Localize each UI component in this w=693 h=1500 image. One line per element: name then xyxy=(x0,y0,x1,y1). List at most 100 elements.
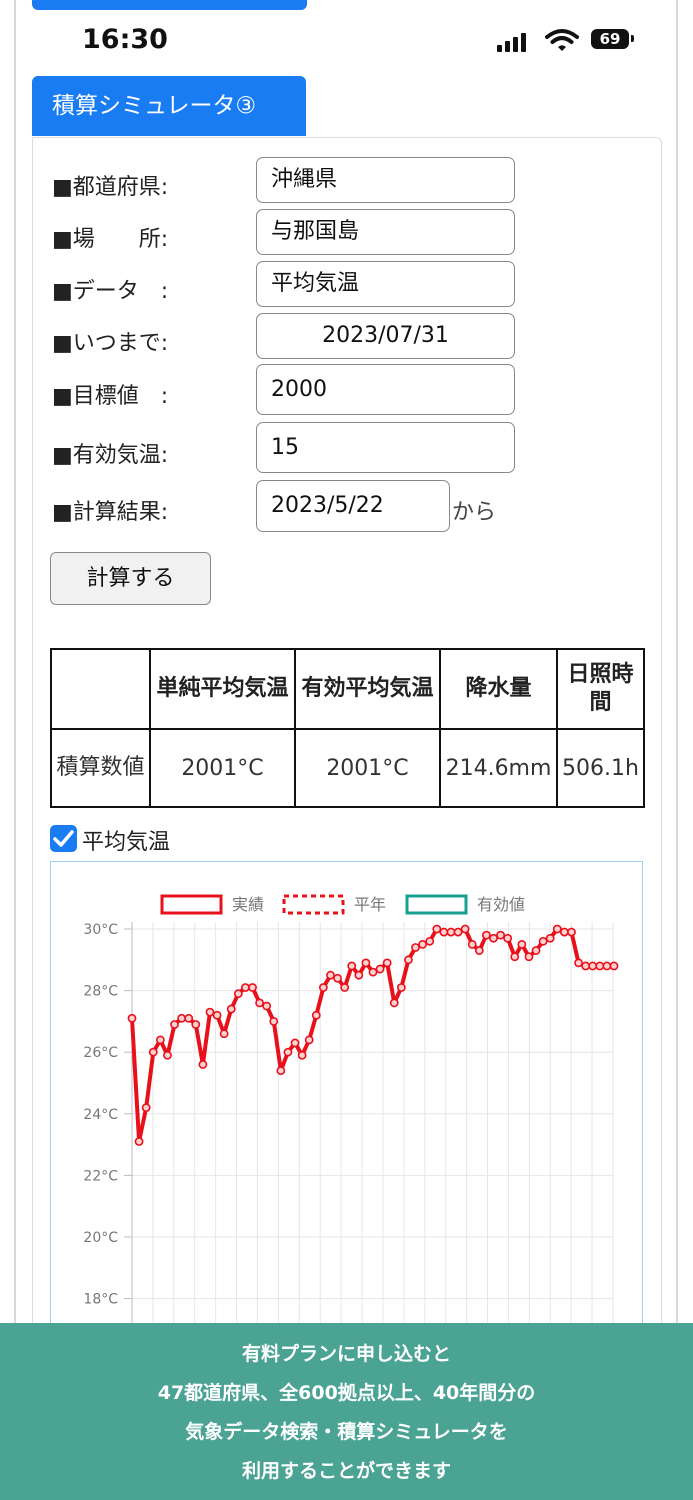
data-point xyxy=(389,998,399,1008)
data-point xyxy=(212,1010,222,1020)
prefecture-select[interactable]: 沖縄県 xyxy=(256,157,515,203)
data-point xyxy=(588,961,598,971)
y-tick-label: 26°C xyxy=(83,1045,118,1061)
data-point xyxy=(276,1066,286,1076)
until-date-label: ■いつまで: xyxy=(52,331,169,356)
data-point xyxy=(198,1060,208,1069)
data-point xyxy=(368,967,378,977)
data-point xyxy=(219,1029,229,1039)
data-point xyxy=(184,1013,194,1023)
data-point xyxy=(496,930,505,940)
data-point xyxy=(460,924,470,934)
checkmark-icon xyxy=(53,830,74,847)
location-select[interactable]: 与那国島 xyxy=(256,209,515,255)
data-point xyxy=(404,955,413,965)
table-cell-simple-avg: 2001°C xyxy=(149,728,296,808)
data-point xyxy=(574,958,583,968)
battery-tip xyxy=(631,35,634,42)
data-point xyxy=(233,989,243,999)
data-point xyxy=(489,933,498,943)
data-point xyxy=(326,970,335,980)
series-line-actual xyxy=(130,927,614,1144)
table-cell-precipitation: 214.6mm xyxy=(439,728,558,808)
table-header-simple-avg: 単純平均気温 xyxy=(149,648,296,730)
data-point xyxy=(567,927,576,937)
data-point xyxy=(361,958,371,968)
location-label: ■場 所: xyxy=(52,227,169,252)
effective-temp-input[interactable]: 15 xyxy=(256,422,515,473)
result-output: 2023/5/22 xyxy=(256,480,450,532)
data-type-select[interactable]: 平均気温 xyxy=(256,261,515,307)
data-point xyxy=(411,943,420,952)
table-cell-effective-avg: 2001°C xyxy=(294,728,441,808)
table-header-empty xyxy=(50,648,151,730)
data-point xyxy=(290,1038,300,1048)
data-point xyxy=(425,936,435,946)
data-point xyxy=(248,983,257,992)
banner-line: 利用することができます xyxy=(241,1460,451,1482)
table-header-sunshine: 日照時間 xyxy=(556,648,645,730)
data-point xyxy=(446,927,456,937)
table-header-row: 単純平均気温 有効平均気温 降水量 日照時間 xyxy=(50,648,645,730)
status-time: 16:30 xyxy=(82,24,168,55)
banner-line: 47都道府県、全600拠点以上、40年間分の xyxy=(157,1382,536,1404)
data-point xyxy=(170,1020,179,1029)
data-point xyxy=(375,964,385,974)
data-point xyxy=(474,946,484,955)
data-point xyxy=(191,1020,201,1029)
y-tick-label: 22°C xyxy=(83,1168,118,1184)
data-point xyxy=(134,1137,144,1146)
data-point xyxy=(503,933,513,943)
data-point xyxy=(127,1013,137,1023)
data-point xyxy=(255,998,264,1008)
prefecture-label: ■都道府県: xyxy=(52,175,169,200)
tab-simulator[interactable]: 積算シミュレータ③ xyxy=(32,76,306,136)
legend-label-actual: 実績 xyxy=(232,895,264,914)
banner-line: 有料プランに申し込むと xyxy=(241,1343,451,1365)
data-point xyxy=(340,983,350,992)
average-temp-checkbox-label[interactable]: 平均気温 xyxy=(82,824,170,856)
data-point xyxy=(453,927,463,937)
legend-label-effective: 有効値 xyxy=(477,895,525,914)
data-point xyxy=(354,970,364,980)
data-point xyxy=(581,961,591,971)
paid-plan-banner[interactable]: 有料プランに申し込むと 47都道府県、全600拠点以上、40年間分の 気象データ… xyxy=(0,1323,693,1500)
calculate-button[interactable]: 計算する xyxy=(50,552,211,605)
data-point xyxy=(262,1001,272,1011)
y-tick-label: 28°C xyxy=(83,984,118,1000)
data-point xyxy=(148,1047,158,1057)
table-header-effective-avg: 有効平均気温 xyxy=(294,648,441,730)
data-point xyxy=(333,973,342,983)
data-point xyxy=(439,927,449,937)
data-point xyxy=(545,933,555,943)
banner-line: 気象データ検索・積算シミュレータを xyxy=(185,1421,508,1443)
device-edge-left xyxy=(14,0,16,1500)
legend-swatch-actual xyxy=(160,894,223,915)
data-point xyxy=(241,983,250,992)
data-point xyxy=(510,952,520,962)
result-label: ■計算結果: xyxy=(52,500,169,525)
legend-swatch-normal xyxy=(282,894,345,915)
legend-swatch-effective xyxy=(405,894,468,915)
data-point xyxy=(163,1050,172,1060)
data-point xyxy=(531,946,541,955)
y-tick-label: 30°C xyxy=(83,922,118,938)
table-row: 積算数値 2001°C 2001°C 214.6mm 506.1h xyxy=(50,728,645,808)
battery-icon: 69 xyxy=(591,29,629,49)
y-tick-label: 20°C xyxy=(83,1230,118,1246)
average-temp-checkbox[interactable] xyxy=(50,825,77,852)
until-date-input[interactable]: 2023/07/31 xyxy=(256,313,515,359)
data-point xyxy=(205,1007,215,1017)
table-header-precipitation: 降水量 xyxy=(439,648,558,730)
data-point xyxy=(609,961,619,971)
data-point xyxy=(418,940,428,949)
data-point xyxy=(382,958,392,968)
previous-tab-edge xyxy=(32,0,307,10)
target-value-input[interactable]: 2000 xyxy=(256,364,515,415)
y-tick-label: 18°C xyxy=(83,1292,118,1308)
data-point xyxy=(559,927,569,937)
data-point xyxy=(318,983,328,992)
data-point xyxy=(595,961,605,971)
data-point xyxy=(347,961,357,971)
data-point xyxy=(177,1013,187,1023)
